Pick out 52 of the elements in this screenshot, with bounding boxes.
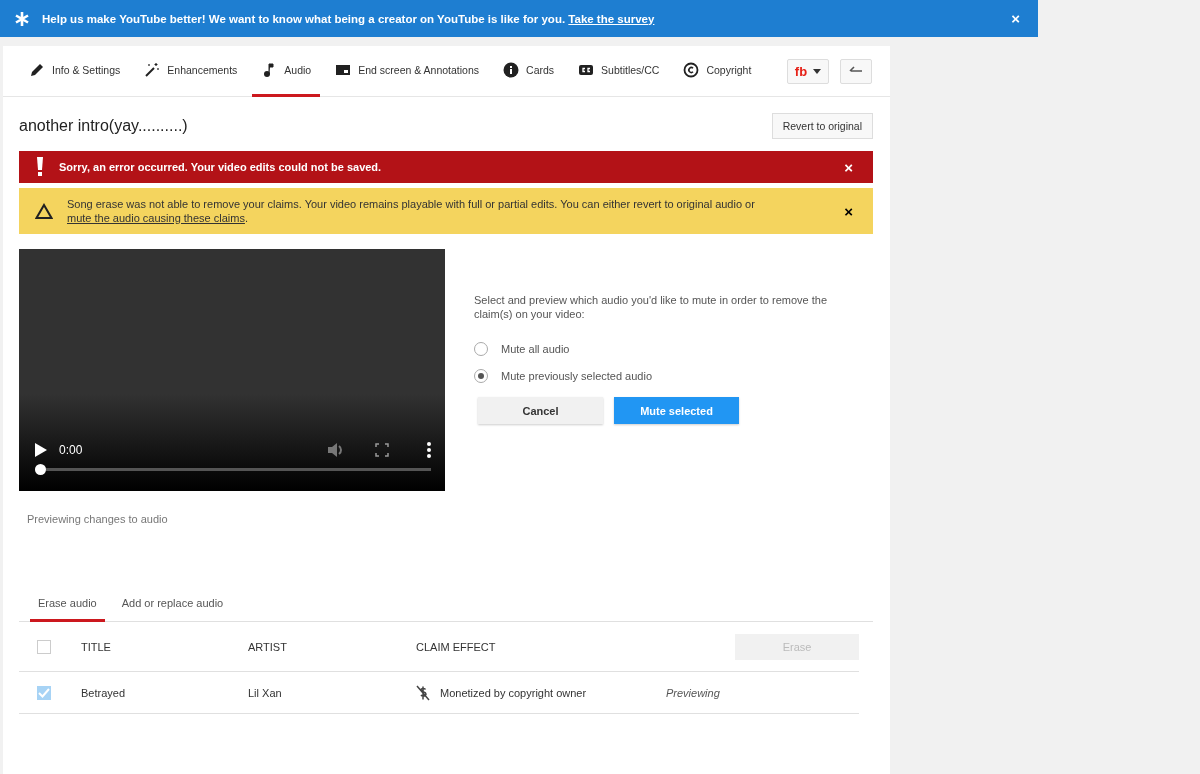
banner-message: Help us make YouTube better! We want to know what being a creator on YouTube is like for you. Take the survey <box>42 12 656 25</box>
info-icon <box>503 62 520 78</box>
option-label: Mute previously selected audio <box>501 369 653 382</box>
preview-note: Previewing changes to audio <box>26 513 169 525</box>
alert-message: Song erase was not able to remove your claims. Your video remains playable with full or partial edits. You can either revert to original audio or mute the audio causing these claims. <box>67 197 756 225</box>
alert-message: Sorry, an error occurred. Your video edits could not be saved. <box>59 160 383 174</box>
close-button[interactable]: × <box>840 158 857 176</box>
seek-thumb[interactable] <box>35 464 46 475</box>
fullscreen-icon[interactable] <box>375 443 389 457</box>
mute-prompt: Select and preview which audio you'd like to mute in order to remove the claim(s) on your video: <box>474 293 829 321</box>
captions-icon <box>578 62 595 78</box>
editor-tab[interactable]: Subtitles/CC <box>569 46 669 97</box>
volume-icon[interactable] <box>327 442 345 458</box>
caret-icon <box>813 68 822 74</box>
account-menu-button[interactable]: fb <box>787 58 829 84</box>
close-button[interactable]: × <box>840 202 857 220</box>
exclamation-icon <box>35 157 45 177</box>
magic-wand-icon <box>144 62 161 78</box>
editor-tab[interactable]: Enhancements <box>135 46 247 97</box>
cancel-button[interactable]: Cancel <box>478 397 603 424</box>
time-display: 0:00 <box>59 443 83 457</box>
editor-tab[interactable]: End screen & Annotations <box>326 46 489 97</box>
audio-tab[interactable]: Erase audio <box>30 591 105 622</box>
close-button[interactable]: × <box>1007 10 1024 27</box>
option-label: Mute all audio <box>501 342 570 355</box>
column-header: CLAIM EFFECT <box>416 640 497 653</box>
column-header: ARTIST <box>248 640 288 653</box>
table-cell-text: Lil Xan <box>248 686 283 699</box>
pencil-icon <box>29 62 45 78</box>
revert-button[interactable]: Revert to original <box>771 113 873 139</box>
editor-tab[interactable]: Cards <box>494 46 564 97</box>
select-all-checkbox[interactable] <box>37 639 51 654</box>
table-cell-text: Betrayed <box>81 686 127 699</box>
asterisk-icon <box>14 10 30 27</box>
copyright-icon <box>683 62 700 78</box>
audio-tab[interactable]: Add or replace audio <box>113 591 232 622</box>
play-icon[interactable] <box>35 443 47 457</box>
screen-icon <box>335 62 352 78</box>
row-checkbox[interactable] <box>37 685 51 700</box>
editor-tab[interactable]: Copyright <box>674 46 761 97</box>
table-cell: Monetized by copyright owner <box>440 686 587 699</box>
column-header: TITLE <box>81 640 112 653</box>
no-money-icon <box>416 684 430 701</box>
mute-audio-link[interactable]: mute the audio causing these claims <box>67 212 245 224</box>
survey-link[interactable]: Take the survey <box>568 12 655 25</box>
warning-icon <box>35 203 53 219</box>
back-button[interactable] <box>840 58 872 84</box>
video-title: another intro(yay..........) <box>19 117 188 135</box>
editor-tab[interactable]: Info & Settings <box>25 46 130 97</box>
table-cell-text: Previewing <box>666 686 721 699</box>
more-options-icon[interactable] <box>427 442 431 458</box>
editor-tab[interactable]: Audio <box>252 46 321 97</box>
